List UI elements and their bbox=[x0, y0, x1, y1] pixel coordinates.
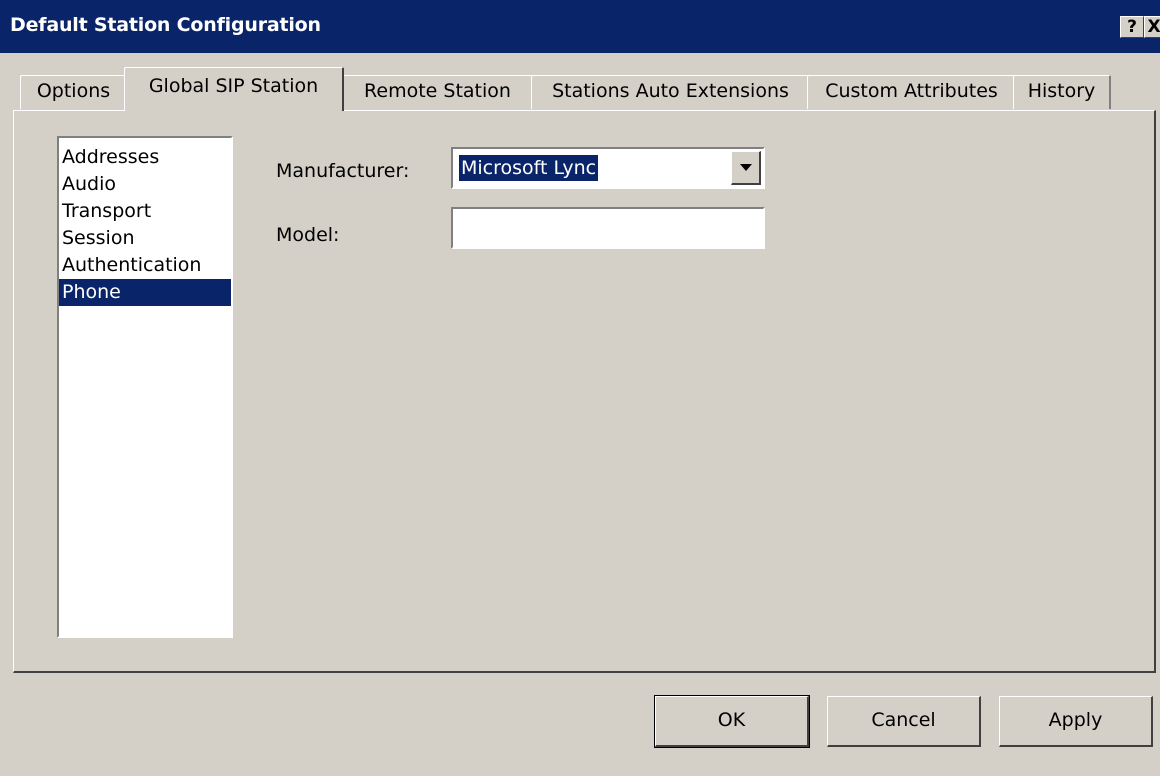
manufacturer-value: Microsoft Lync bbox=[459, 155, 599, 181]
title-bar: Default Station Configuration ? X bbox=[0, 0, 1160, 53]
model-input[interactable] bbox=[451, 207, 765, 249]
tab-global-sip-station[interactable]: Global SIP Station bbox=[124, 67, 344, 111]
list-item-authentication[interactable]: Authentication bbox=[59, 252, 231, 279]
manufacturer-label: Manufacturer: bbox=[276, 160, 410, 182]
help-button[interactable]: ? bbox=[1120, 16, 1144, 38]
help-icon: ? bbox=[1127, 17, 1137, 37]
list-item-session[interactable]: Session bbox=[59, 225, 231, 252]
tab-history[interactable]: History bbox=[1013, 75, 1111, 109]
ok-button[interactable]: OK bbox=[654, 695, 810, 748]
tab-remote-station[interactable]: Remote Station bbox=[341, 75, 535, 109]
window-title: Default Station Configuration bbox=[10, 14, 321, 36]
tab-stations-auto-extensions[interactable]: Stations Auto Extensions bbox=[531, 75, 811, 109]
close-button[interactable]: X bbox=[1144, 16, 1160, 38]
list-item-addresses[interactable]: Addresses bbox=[59, 144, 231, 171]
list-item-phone[interactable]: Phone bbox=[59, 279, 231, 306]
cancel-button[interactable]: Cancel bbox=[827, 696, 981, 747]
dropdown-button[interactable] bbox=[731, 151, 761, 185]
apply-button[interactable]: Apply bbox=[999, 696, 1153, 747]
close-icon: X bbox=[1147, 17, 1160, 37]
list-item-audio[interactable]: Audio bbox=[59, 171, 231, 198]
category-list[interactable]: Addresses Audio Transport Session Authen… bbox=[57, 136, 233, 638]
manufacturer-dropdown[interactable]: Microsoft Lync bbox=[451, 147, 765, 189]
list-item-transport[interactable]: Transport bbox=[59, 198, 231, 225]
chevron-down-icon bbox=[740, 164, 752, 171]
tab-custom-attributes[interactable]: Custom Attributes bbox=[807, 75, 1017, 109]
model-label: Model: bbox=[276, 224, 340, 246]
tab-options[interactable]: Options bbox=[20, 75, 128, 109]
